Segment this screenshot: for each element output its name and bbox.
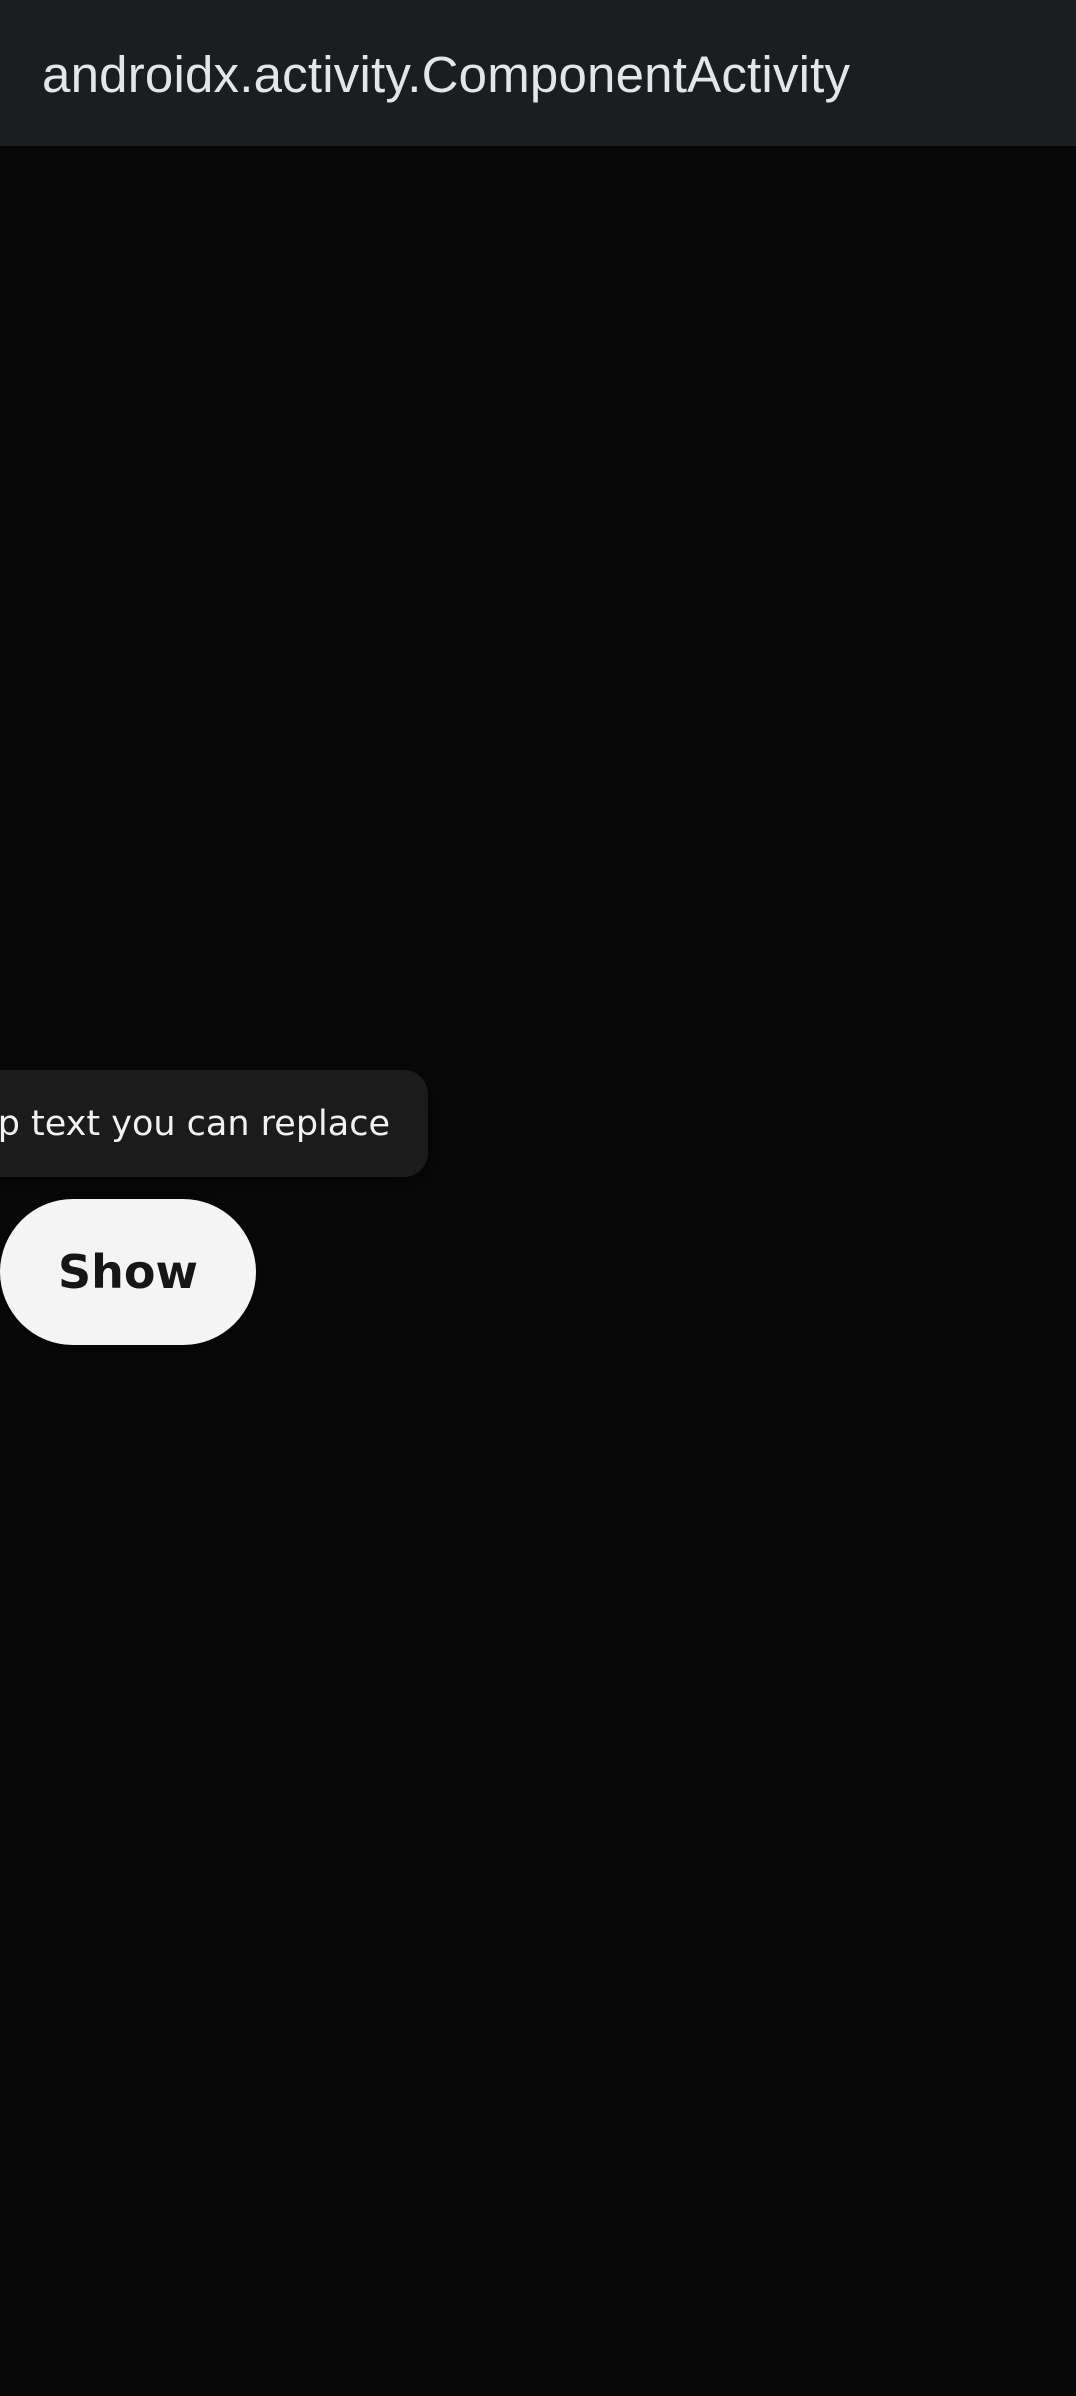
tooltip-text: ltip text you can replace [0, 1103, 390, 1144]
app-bar: androidx.activity.ComponentActivity [0, 0, 1076, 146]
show-button[interactable]: Show [0, 1199, 256, 1345]
tooltip: ltip text you can replace [0, 1070, 428, 1177]
show-button-label: Show [58, 1245, 198, 1299]
app-screen: androidx.activity.ComponentActivity ltip… [0, 0, 1076, 2396]
app-title: androidx.activity.ComponentActivity [42, 46, 851, 103]
